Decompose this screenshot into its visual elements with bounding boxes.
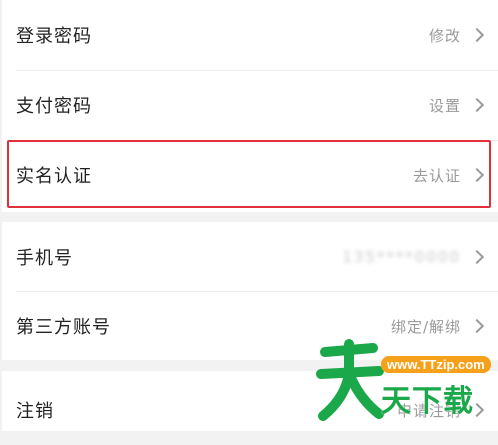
chevron-right-icon <box>469 249 485 265</box>
row-payment-password[interactable]: 支付密码 设置 <box>2 70 498 140</box>
row-label: 支付密码 <box>16 96 92 117</box>
watermark-logo-icon <box>316 339 384 421</box>
row-action: 修改 <box>428 26 461 45</box>
chevron-right-icon <box>469 27 485 43</box>
row-label: 登录密码 <box>16 26 92 47</box>
row-label: 第三方账号 <box>16 317 111 338</box>
watermark: www.TTzip.com 天下载 <box>315 338 498 421</box>
watermark-url: www.TTzip.com <box>381 356 491 373</box>
row-action: 设置 <box>428 96 461 115</box>
phone-number-value: 135****0000 <box>342 248 461 266</box>
row-login-password[interactable]: 登录密码 修改 <box>2 0 498 70</box>
chevron-right-icon <box>469 97 485 113</box>
row-phone-number[interactable]: 手机号 135****0000 <box>2 222 498 292</box>
highlight-box <box>7 140 491 208</box>
watermark-text: 天下载 <box>381 384 474 419</box>
row-label: 手机号 <box>16 248 73 269</box>
chevron-right-icon <box>469 318 485 334</box>
row-action: 绑定/解绑 <box>390 317 461 336</box>
row-label: 注销 <box>16 401 54 422</box>
